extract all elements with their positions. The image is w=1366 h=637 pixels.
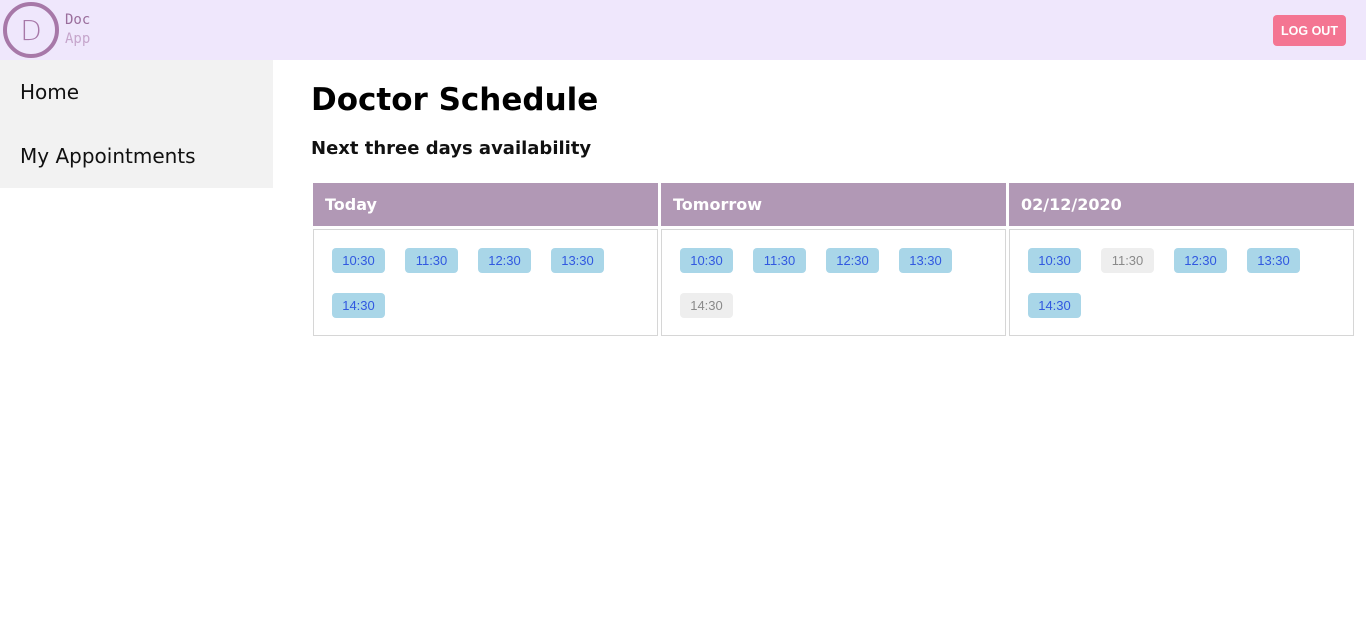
time-slot-booked: 14:30: [680, 293, 733, 318]
main-content: Doctor Schedule Next three days availabi…: [311, 80, 1356, 336]
logo-icon[interactable]: D: [3, 2, 59, 58]
logo-line2: App: [65, 31, 91, 47]
slot-list: 10:30 11:30 12:30 13:30 14:30: [1009, 229, 1354, 336]
time-slot-button[interactable]: 10:30: [332, 248, 385, 273]
logo-letter: D: [20, 13, 42, 47]
time-slot-button[interactable]: 10:30: [1028, 248, 1081, 273]
time-slot-button[interactable]: 11:30: [405, 248, 458, 273]
time-slot-button[interactable]: 10:30: [680, 248, 733, 273]
day-column-tomorrow: Tomorrow 10:30 11:30 12:30 13:30 14:30: [661, 183, 1006, 336]
day-header: 02/12/2020: [1009, 183, 1354, 226]
sidebar-item-home[interactable]: Home: [0, 60, 273, 124]
day-header: Today: [313, 183, 658, 226]
time-slot-booked: 11:30: [1101, 248, 1154, 273]
time-slot-button[interactable]: 13:30: [551, 248, 604, 273]
schedule-days: Today 10:30 11:30 12:30 13:30 14:30 Tomo…: [313, 183, 1356, 336]
time-slot-button[interactable]: 13:30: [899, 248, 952, 273]
top-bar: D Doc App LOG OUT: [0, 0, 1366, 60]
time-slot-button[interactable]: 13:30: [1247, 248, 1300, 273]
page-title: Doctor Schedule: [311, 82, 599, 118]
time-slot-button[interactable]: 12:30: [826, 248, 879, 273]
slot-list: 10:30 11:30 12:30 13:30 14:30: [661, 229, 1006, 336]
sidebar: Home My Appointments: [0, 60, 273, 188]
logo-text: Doc App: [65, 11, 90, 49]
logo-line1: Doc: [65, 12, 91, 28]
section-subtitle: Next three days availability: [311, 138, 592, 159]
time-slot-button[interactable]: 12:30: [478, 248, 531, 273]
sidebar-item-my-appointments[interactable]: My Appointments: [0, 124, 273, 188]
day-column-today: Today 10:30 11:30 12:30 13:30 14:30: [313, 183, 658, 336]
time-slot-button[interactable]: 14:30: [1028, 293, 1081, 318]
time-slot-button[interactable]: 12:30: [1174, 248, 1227, 273]
time-slot-button[interactable]: 11:30: [753, 248, 806, 273]
logout-button[interactable]: LOG OUT: [1273, 15, 1346, 46]
day-header: Tomorrow: [661, 183, 1006, 226]
time-slot-button[interactable]: 14:30: [332, 293, 385, 318]
slot-list: 10:30 11:30 12:30 13:30 14:30: [313, 229, 658, 336]
day-column-date: 02/12/2020 10:30 11:30 12:30 13:30 14:30: [1009, 183, 1354, 336]
